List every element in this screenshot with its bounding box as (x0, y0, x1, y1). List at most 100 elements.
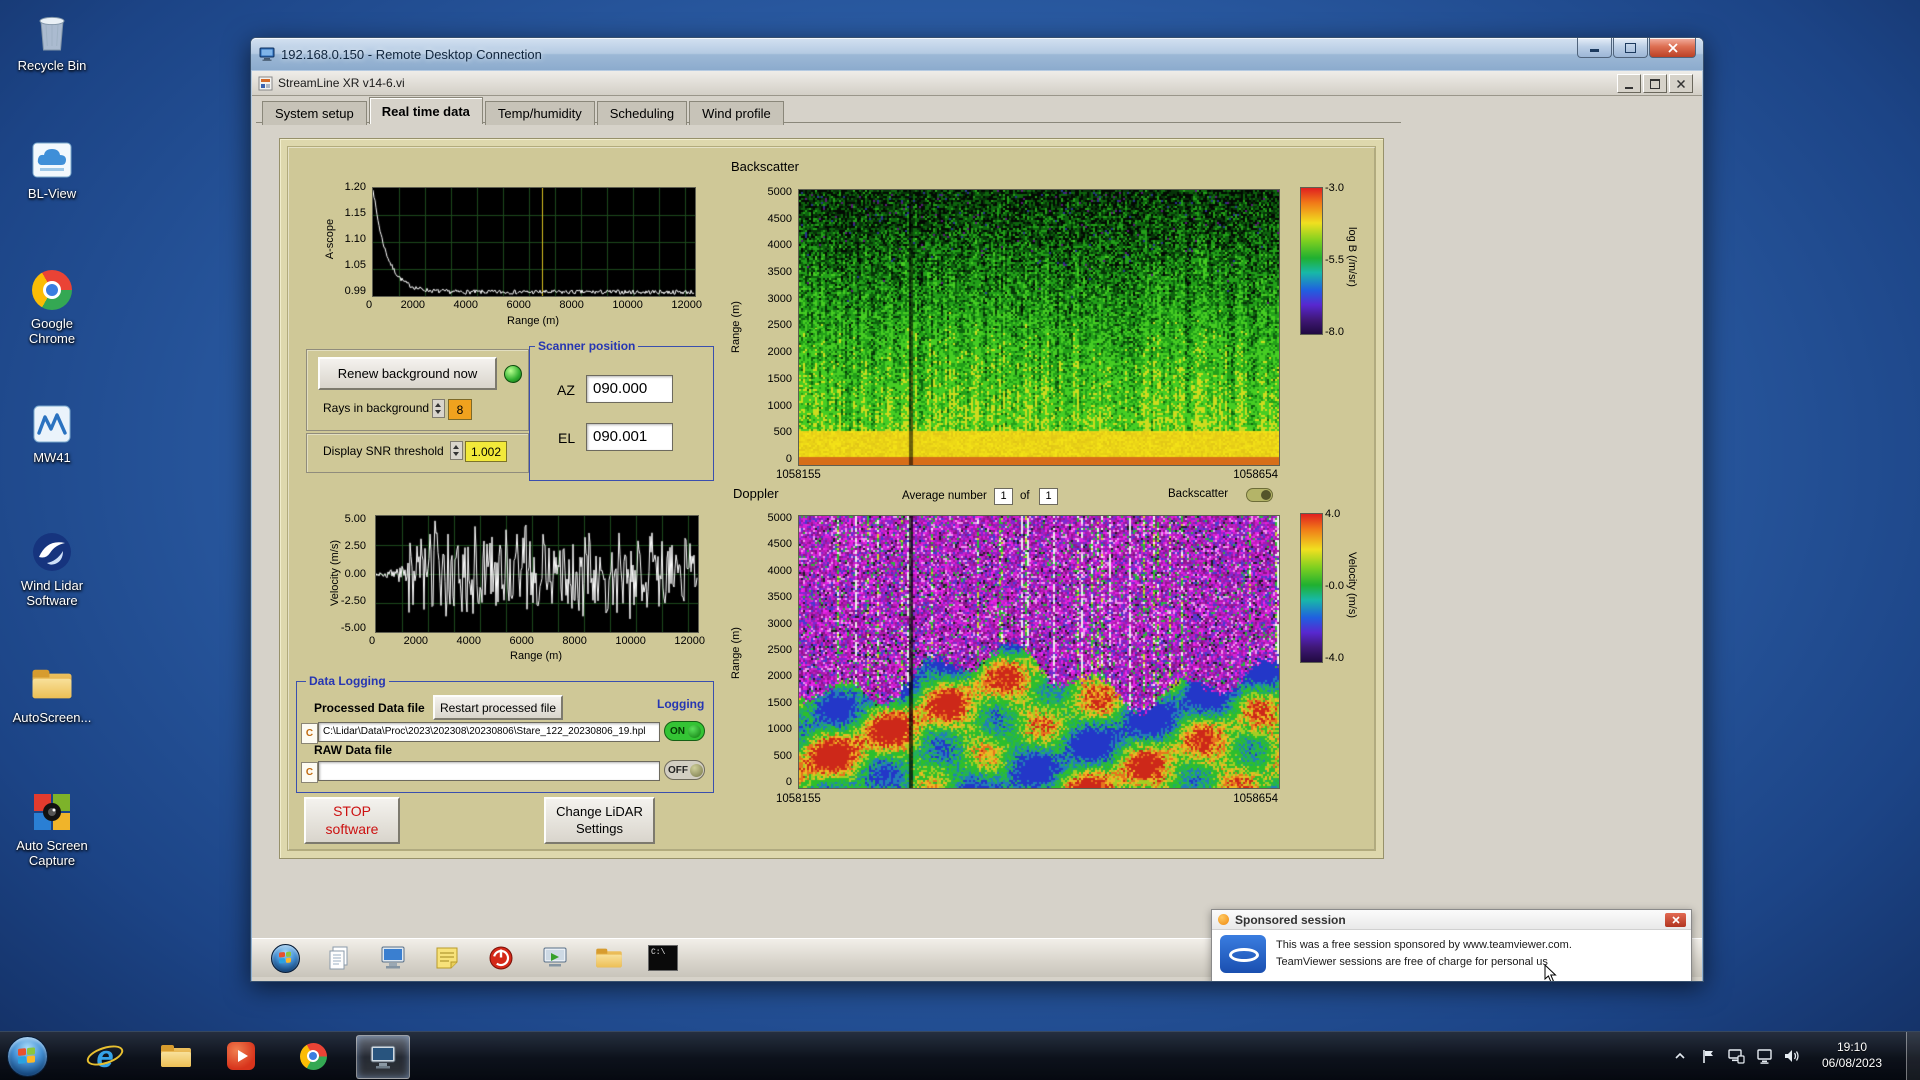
desktop-icon-mw41[interactable]: MW41 (8, 402, 96, 465)
app-close-button[interactable] (1669, 74, 1693, 93)
rays-in-background-label: Rays in background (323, 401, 430, 415)
taskbar-rdp-active[interactable] (356, 1035, 410, 1079)
remote-computer-icon[interactable] (378, 943, 408, 973)
backscatter-toggle[interactable] (1246, 488, 1273, 502)
tab-wind-profile[interactable]: Wind profile (689, 101, 784, 125)
system-tray: 19:10 06/08/2023 (1666, 1032, 1920, 1080)
snr-spinner[interactable] (450, 441, 463, 460)
processed-drive-button[interactable]: C (301, 723, 318, 744)
remote-power-icon[interactable] (486, 943, 516, 973)
tick-label: 4000 (767, 564, 792, 577)
rdp-maximize-button[interactable] (1613, 38, 1648, 58)
rdp-window-title: 192.168.0.150 - Remote Desktop Connectio… (281, 46, 542, 62)
desktop-icon-recycle-bin[interactable]: Recycle Bin (8, 10, 96, 73)
tick-label: 4500 (767, 538, 792, 551)
start-button[interactable] (7, 1036, 48, 1077)
raw-path-field[interactable] (318, 761, 660, 781)
app-minimize-button[interactable] (1617, 74, 1641, 93)
realtime-panel: A-scope 1.20 1.15 1.10 1.05 0.99 0 2000 4000 60… (279, 138, 1384, 859)
taskbar-explorer[interactable] (152, 1035, 200, 1077)
remote-session-icon[interactable] (1725, 1048, 1747, 1064)
remote-documents-icon[interactable] (324, 943, 354, 973)
app-titlebar[interactable]: StreamLine XR v14-6.vi (252, 71, 1702, 96)
show-desktop-button[interactable] (1906, 1032, 1920, 1080)
rdp-minimize-button[interactable] (1577, 38, 1612, 58)
el-label: EL (558, 430, 576, 446)
app-title: StreamLine XR v14-6.vi (278, 76, 405, 90)
app-restore-button[interactable] (1643, 74, 1667, 93)
tick-label: 4000 (453, 299, 478, 311)
backscatter-heatmap (798, 189, 1280, 466)
remote-start-orb[interactable] (270, 943, 300, 973)
desktop-icon-autoscreen-folder[interactable]: AutoScreen... (8, 662, 96, 725)
remote-terminal-icon[interactable]: C:\ (648, 943, 678, 973)
tick-label: 0.99 (344, 285, 366, 297)
tab-scheduling[interactable]: Scheduling (596, 101, 688, 125)
tick-label: -0.0 (1325, 580, 1344, 592)
rays-spinner[interactable] (432, 399, 445, 418)
tick-label: 1.05 (344, 259, 366, 271)
change-lidar-settings-button[interactable]: Change LiDAR Settings (544, 797, 655, 844)
tab-real-time-data[interactable]: Real time data (368, 97, 483, 124)
tick-label: 1.20 (344, 181, 366, 193)
desktop-icon-label: BL-View (27, 186, 77, 201)
desktop-icon-auto-screen-capture[interactable]: Auto Screen Capture (8, 790, 96, 869)
average-count-field[interactable]: 1 (1039, 488, 1058, 505)
clock[interactable]: 19:10 06/08/2023 (1806, 1040, 1898, 1071)
tab-bar: System setup Real time data Temp/humidity S… (256, 96, 1401, 125)
popup-titlebar[interactable]: Sponsored session (1212, 910, 1691, 930)
tick-label: -2.50 (340, 594, 366, 607)
rdp-close-button[interactable] (1649, 38, 1696, 58)
tray-expand-chevron[interactable] (1669, 1052, 1691, 1060)
snr-value[interactable]: 1.002 (465, 441, 507, 462)
wind-lidar-icon (30, 530, 74, 574)
remote-folder-icon[interactable] (594, 943, 624, 973)
tick-label: 0.00 (344, 567, 366, 580)
raw-logging-toggle[interactable]: OFF (664, 760, 705, 780)
tick-label: 3000 (767, 617, 792, 630)
renew-background-button[interactable]: Renew background now (318, 357, 497, 390)
stop-software-button[interactable]: STOP software (304, 797, 400, 844)
taskbar-ie[interactable]: e (81, 1035, 129, 1077)
volume-icon[interactable] (1781, 1049, 1803, 1063)
processed-path-field[interactable]: C:\Lidar\Data\Proc\2023\202308\20230806\… (318, 722, 660, 742)
ascope-x-axis-label: Range (m) (507, 315, 559, 327)
remote-capture-icon[interactable] (540, 943, 570, 973)
desktop-icon-bl-view[interactable]: BL-View (8, 138, 96, 201)
taskbar-media-player[interactable] (217, 1035, 265, 1077)
desktop-icon-label: Auto Screen Capture (16, 838, 88, 869)
tab-temp-humidity[interactable]: Temp/humidity (484, 101, 595, 125)
az-field[interactable]: 090.000 (586, 375, 673, 403)
tick-label: -5.5 (1325, 254, 1344, 266)
tick-label: 4000 (456, 635, 481, 647)
desktop-icon-label: AutoScreen... (12, 710, 92, 725)
tick-label: 2000 (767, 346, 792, 359)
desktop-icon-label: Recycle Bin (17, 58, 87, 73)
remote-notes-icon[interactable] (432, 943, 462, 973)
velocity-colorbar-label: Velocity (m/s) (1346, 551, 1358, 618)
tick-label: 6000 (506, 299, 531, 311)
rdp-titlebar[interactable]: 192.168.0.150 - Remote Desktop Connectio… (251, 38, 1703, 70)
chrome-icon (299, 1042, 327, 1070)
tick-label: 8000 (562, 635, 587, 647)
tick-label: 5000 (767, 186, 792, 198)
tick-label: 5.00 (344, 513, 366, 525)
network-icon[interactable] (1753, 1048, 1775, 1064)
restart-processed-file-button[interactable]: Restart processed file (433, 695, 563, 720)
desktop-icon-wind-lidar[interactable]: Wind Lidar Software (8, 530, 96, 609)
desktop-icon-google-chrome[interactable]: Google Chrome (8, 268, 96, 347)
processed-logging-toggle[interactable]: ON (664, 721, 705, 741)
tick-label: 2.50 (344, 540, 366, 553)
tab-system-setup[interactable]: System setup (262, 101, 367, 125)
average-number-field[interactable]: 1 (994, 488, 1013, 505)
popup-close-button[interactable] (1665, 913, 1686, 927)
tick-label: -5.00 (340, 622, 366, 634)
el-field[interactable]: 090.001 (586, 423, 673, 451)
action-center-flag-icon[interactable] (1697, 1049, 1719, 1064)
mw41-icon (30, 402, 74, 446)
doppler-heatmap (798, 515, 1280, 789)
taskbar-chrome[interactable] (289, 1035, 337, 1077)
sponsor-icon (1218, 914, 1229, 925)
raw-drive-button[interactable]: C (301, 762, 318, 783)
rays-value[interactable]: 8 (448, 399, 472, 420)
